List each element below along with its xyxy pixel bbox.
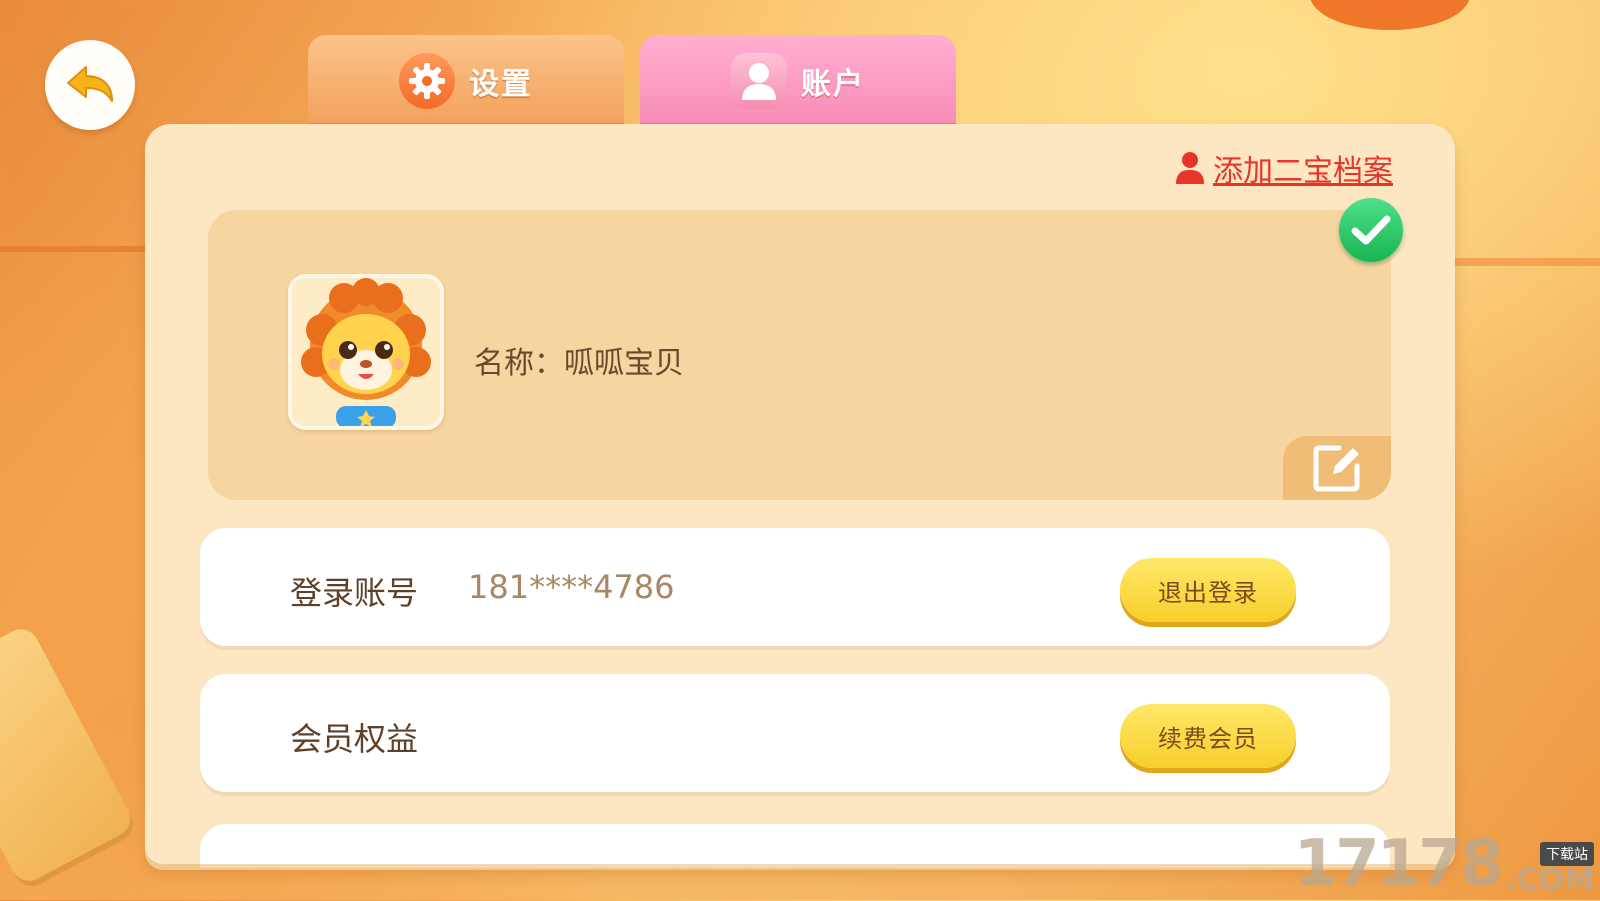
login-account-row: 登录账号 181****4786 退出登录 xyxy=(200,528,1390,646)
account-panel: 添加二宝档案 名称：呱呱宝贝 登录账号 181****4786 退出登录 会员权… xyxy=(145,124,1455,864)
watermark-number: 17178 xyxy=(1293,827,1505,901)
watermark-logo: 17178 下载站 .COM xyxy=(1294,832,1594,896)
avatar[interactable] xyxy=(288,274,444,430)
tab-settings-label: 设置 xyxy=(469,67,533,102)
background-stripe xyxy=(0,246,150,252)
membership-row: 会员权益 续费会员 xyxy=(200,674,1390,792)
tab-account-label: 账户 xyxy=(801,67,865,102)
login-account-value: 181****4786 xyxy=(468,568,675,606)
background-decoration xyxy=(1310,0,1470,30)
login-account-label: 登录账号 xyxy=(290,574,419,612)
profile-card[interactable]: 名称：呱呱宝贝 xyxy=(208,198,1403,500)
add-profile-link[interactable]: 添加二宝档案 xyxy=(1175,146,1393,190)
user-icon xyxy=(731,53,787,109)
renew-membership-button[interactable]: 续费会员 xyxy=(1120,704,1296,768)
lion-avatar-icon xyxy=(292,278,440,426)
profile-name: 名称：呱呱宝贝 xyxy=(474,346,684,381)
back-arrow-icon xyxy=(67,66,113,102)
list-item xyxy=(200,824,1390,864)
tab-settings[interactable]: 设置 xyxy=(308,35,624,127)
logout-button[interactable]: 退出登录 xyxy=(1120,558,1296,622)
edit-icon xyxy=(1313,445,1360,492)
gear-icon xyxy=(399,53,455,109)
edit-profile-button[interactable] xyxy=(1283,436,1391,500)
person-icon xyxy=(1176,152,1204,184)
background-book xyxy=(0,622,137,888)
tab-account[interactable]: 账户 xyxy=(640,35,956,127)
background-stripe xyxy=(1440,258,1600,266)
selected-check-icon xyxy=(1339,198,1403,262)
add-profile-label: 添加二宝档案 xyxy=(1213,154,1393,189)
membership-label: 会员权益 xyxy=(290,720,419,758)
back-button[interactable] xyxy=(45,40,135,130)
watermark-suffix: .COM xyxy=(1505,863,1594,898)
